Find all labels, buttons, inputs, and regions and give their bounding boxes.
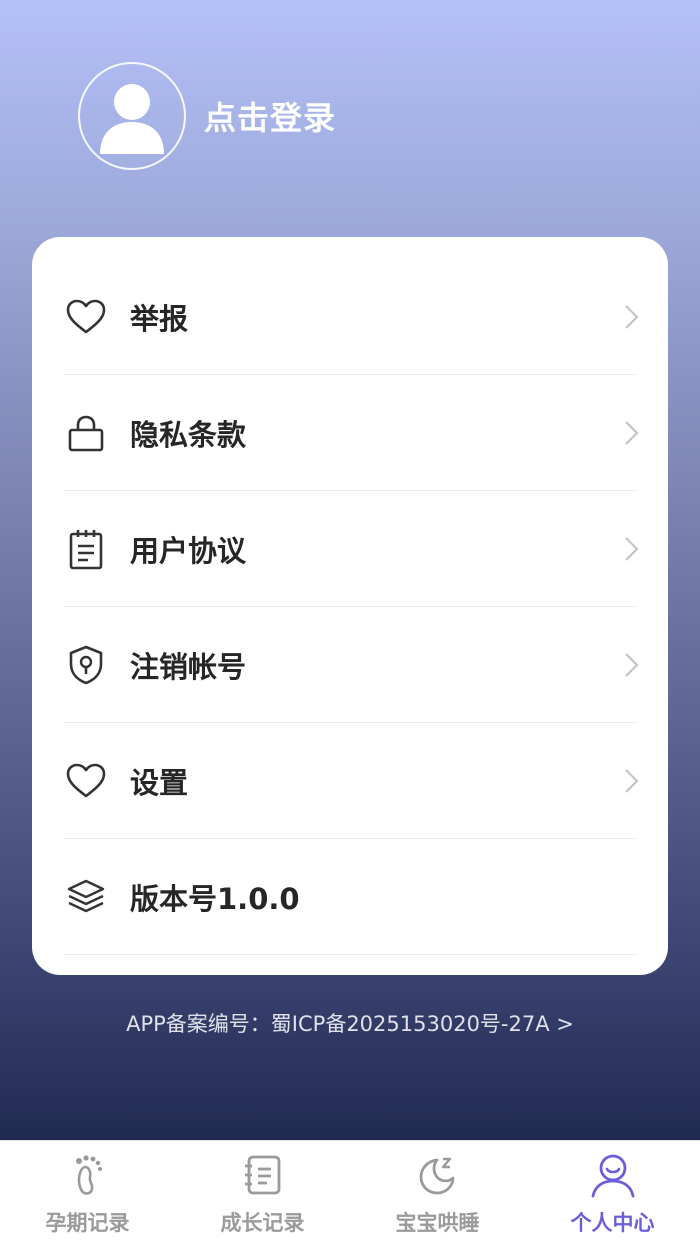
notebook-icon — [239, 1151, 287, 1199]
tab-label: 孕期记录 — [45, 1211, 130, 1235]
menu-item-settings[interactable]: 设置 — [64, 723, 639, 839]
chevron-right-icon — [625, 768, 639, 793]
tab-label: 宝宝哄睡 — [395, 1211, 480, 1235]
lock-icon — [64, 411, 108, 455]
bottom-tab-bar: 孕期记录 成长记录 宝宝哄睡 个人中心 — [0, 1140, 700, 1244]
moon-sleep-icon — [414, 1151, 462, 1199]
tab-label: 成长记录 — [220, 1211, 305, 1235]
version-label: 版本号1.0.0 — [130, 881, 300, 916]
tab-baby-sleep[interactable]: 宝宝哄睡 — [350, 1141, 525, 1244]
menu-item-label: 举报 — [130, 301, 189, 336]
chevron-right-icon — [625, 420, 639, 445]
menu-item-user-agreement[interactable]: 用户协议 — [64, 491, 639, 607]
shield-keyhole-icon — [64, 643, 108, 687]
profile-header[interactable]: 点击登录 — [78, 62, 336, 170]
icp-filing-link[interactable]: APP备案编号：蜀ICP备2025153020号-27A > — [0, 1008, 700, 1038]
layers-icon — [64, 875, 108, 919]
menu-item-label: 隐私条款 — [130, 417, 247, 452]
menu-item-label: 用户协议 — [130, 533, 247, 568]
chevron-right-icon — [625, 652, 639, 677]
tab-growth-record[interactable]: 成长记录 — [175, 1141, 350, 1244]
heart-icon — [64, 759, 108, 803]
menu-card: 举报 隐私条款 用户协议 注销帐号 设置 版本号1.0.0 — [32, 237, 668, 975]
menu-item-label: 设置 — [130, 765, 189, 800]
menu-item-delete-account[interactable]: 注销帐号 — [64, 607, 639, 723]
chevron-right-icon — [625, 304, 639, 329]
login-label[interactable]: 点击登录 — [204, 93, 336, 139]
chevron-right-icon — [625, 536, 639, 561]
tab-label: 个人中心 — [570, 1211, 655, 1235]
menu-item-label: 注销帐号 — [130, 649, 247, 684]
tab-personal-center[interactable]: 个人中心 — [525, 1141, 700, 1244]
menu-item-report[interactable]: 举报 — [64, 259, 639, 375]
user-avatar-icon — [100, 84, 164, 154]
notepad-icon — [64, 527, 108, 571]
tab-pregnancy-record[interactable]: 孕期记录 — [0, 1141, 175, 1244]
footprint-icon — [64, 1151, 112, 1199]
person-icon — [589, 1151, 637, 1199]
menu-item-privacy[interactable]: 隐私条款 — [64, 375, 639, 491]
avatar[interactable] — [78, 62, 186, 170]
menu-item-version: 版本号1.0.0 — [64, 839, 638, 955]
heart-icon — [64, 295, 108, 339]
